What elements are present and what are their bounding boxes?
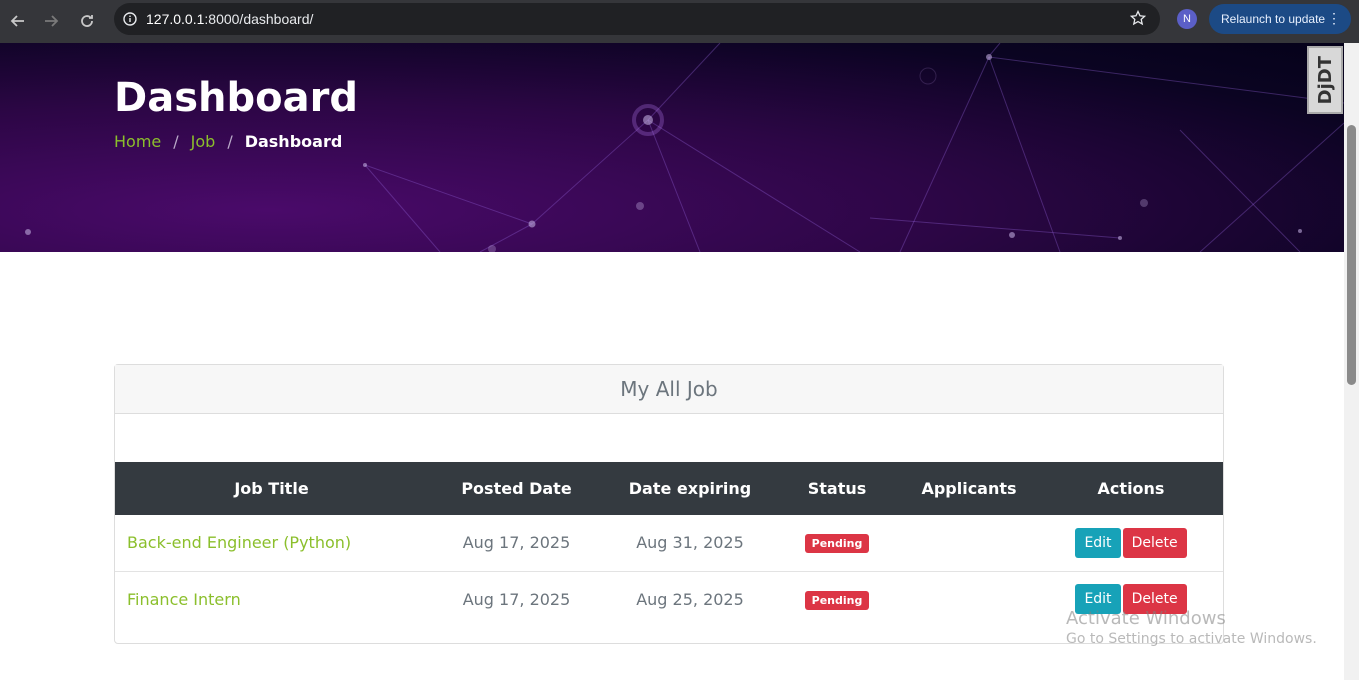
posted-date: Aug 17, 2025 — [462, 589, 571, 609]
posted-date: Aug 17, 2025 — [462, 533, 571, 553]
page-scrollbar[interactable] — [1344, 43, 1359, 680]
status-badge: Pending — [804, 534, 870, 554]
table-row: Finance Intern Aug 17, 2025 Aug 25, 2025… — [115, 571, 1223, 627]
column-header-date-expiring: Date expiring — [628, 479, 752, 498]
browser-toolbar: 127.0.0.1:8000/dashboard/ N Relaunch to … — [0, 0, 1359, 43]
job-title-link[interactable]: Finance Intern — [115, 571, 428, 627]
applicants-cell — [899, 515, 1039, 571]
bookmark-star-icon[interactable] — [1129, 9, 1147, 31]
table-header-row: Job Title Posted Date Date expiring Stat… — [115, 462, 1223, 515]
address-bar[interactable]: 127.0.0.1:8000/dashboard/ — [114, 3, 1160, 35]
arrow-left-icon — [10, 15, 24, 27]
delete-button[interactable]: Delete — [1122, 527, 1187, 558]
breadcrumb-home[interactable]: Home — [114, 132, 161, 151]
watermark-title: Activate Windows — [1066, 608, 1226, 629]
more-menu-icon[interactable]: ⋮ — [1327, 10, 1341, 27]
breadcrumb-separator: / — [173, 132, 179, 151]
column-header-status: Status — [807, 479, 867, 498]
status-badge: Pending — [804, 590, 870, 610]
page-title: Dashboard — [114, 75, 358, 121]
djdt-logo-text: DjDT — [1314, 55, 1336, 105]
relaunch-label: Relaunch to update — [1221, 12, 1326, 26]
forward-button[interactable] — [33, 3, 69, 39]
table-row: Back-end Engineer (Python) Aug 17, 2025 … — [115, 515, 1223, 571]
expiring-date: Aug 31, 2025 — [636, 533, 744, 553]
profile-avatar[interactable]: N — [1177, 9, 1197, 29]
edit-button[interactable]: Edit — [1075, 527, 1121, 558]
watermark-subtitle: Go to Settings to activate Windows. — [1066, 631, 1317, 647]
scrollbar-thumb[interactable] — [1347, 125, 1356, 385]
relaunch-button[interactable]: Relaunch to update ⋮ — [1209, 4, 1351, 34]
breadcrumb: Home / Job / Dashboard — [114, 132, 342, 151]
reload-icon — [81, 15, 93, 27]
arrow-right-icon — [45, 15, 59, 27]
job-title-link[interactable]: Back-end Engineer (Python) — [115, 515, 428, 571]
column-header-job-title: Job Title — [234, 479, 309, 498]
page-hero: Dashboard Home / Job / Dashboard DjDT — [0, 43, 1344, 252]
applicants-cell — [899, 571, 1039, 627]
actions-cell: Edit Delete — [1039, 515, 1223, 571]
site-info-icon[interactable] — [114, 12, 146, 26]
column-header-posted-date: Posted Date — [461, 479, 572, 498]
activate-windows-watermark: Activate Windows Go to Settings to activ… — [1066, 608, 1317, 647]
card-header: My All Job — [115, 365, 1223, 414]
jobs-card: My All Job Job Title Posted Date Date ex… — [114, 364, 1224, 644]
status-cell: Pending — [775, 571, 899, 627]
djdt-toolbar-toggle[interactable]: DjDT — [1307, 46, 1343, 114]
reload-button[interactable] — [69, 3, 105, 39]
jobs-table: Job Title Posted Date Date expiring Stat… — [115, 462, 1223, 627]
column-header-applicants: Applicants — [921, 479, 1017, 498]
status-cell: Pending — [775, 515, 899, 571]
breadcrumb-job[interactable]: Job — [191, 132, 216, 151]
breadcrumb-separator: / — [227, 132, 233, 151]
breadcrumb-current: Dashboard — [244, 132, 343, 151]
column-header-actions: Actions — [1097, 479, 1165, 498]
expiring-date: Aug 25, 2025 — [636, 589, 744, 609]
url-text: 127.0.0.1:8000/dashboard/ — [146, 11, 314, 27]
back-button[interactable] — [0, 3, 36, 39]
